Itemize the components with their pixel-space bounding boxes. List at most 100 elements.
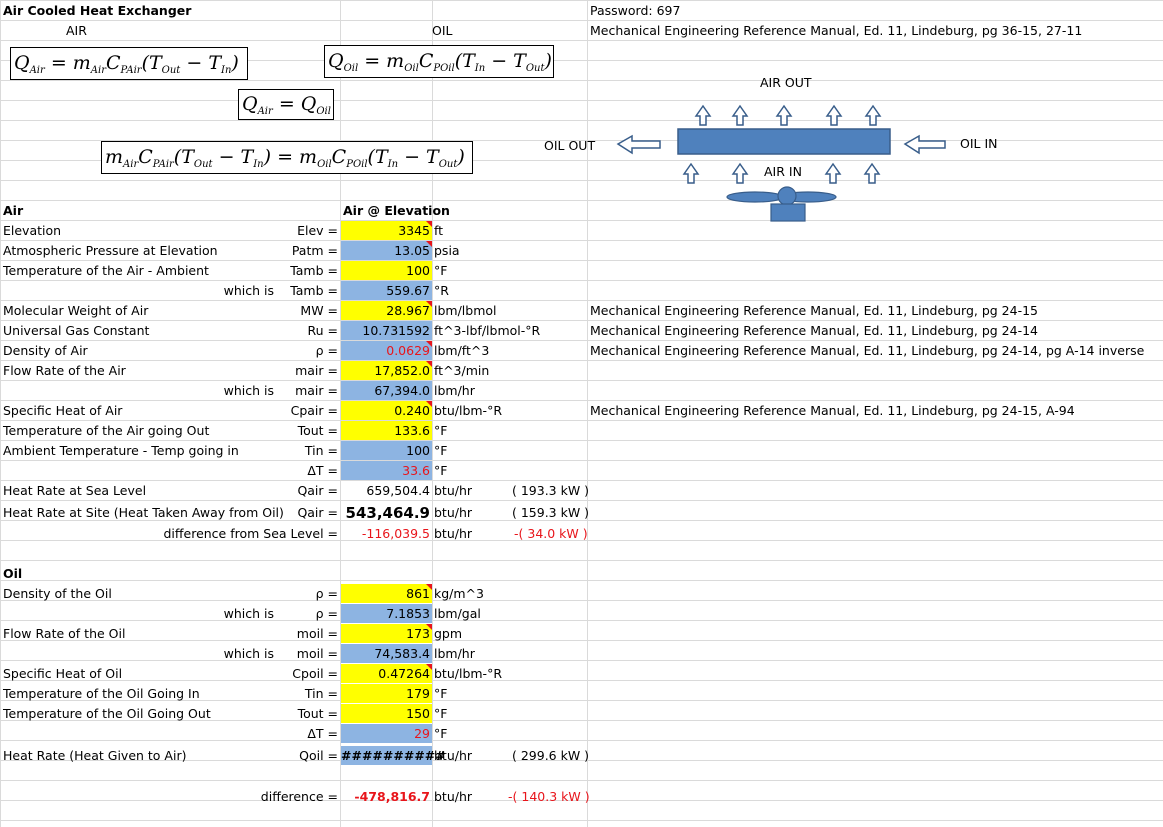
equation-q-oil: QOil = mOilCPOil(TIn − TOut) xyxy=(324,45,554,78)
air-elevation-header: Air @ Elevation xyxy=(343,203,450,218)
air-in-arrow-icon xyxy=(824,162,842,184)
air-in-label: AIR IN xyxy=(764,164,802,179)
oil-density-input[interactable]: 861 xyxy=(341,584,432,603)
exchanger-core xyxy=(677,128,891,155)
equation-q-air-text: QAir = mAirCPAir(TOut − TIn) xyxy=(14,52,239,76)
air-out-arrow-icon xyxy=(694,104,712,126)
row-label: Temperature of the Air - Ambient xyxy=(3,263,209,278)
row-unit: btu/hr xyxy=(434,526,473,541)
row-label: Heat Rate at Sea Level xyxy=(3,483,147,498)
row-label: Heat Rate at Site (Heat Taken Away from … xyxy=(3,505,284,520)
row-unit: °F xyxy=(434,463,448,478)
oil-out-arrow-icon xyxy=(616,134,661,155)
row-unit: lbm/ft^3 xyxy=(434,343,490,358)
row-reference: Mechanical Engineering Reference Manual,… xyxy=(590,343,1145,358)
q-oil-cell[interactable]: ########## xyxy=(341,746,446,765)
row-unit: btu/hr xyxy=(434,748,473,763)
kw-value: ( 299.6 kW ) xyxy=(512,748,590,763)
row-symbol: ρ = xyxy=(315,343,338,358)
row-label: Atmospheric Pressure at Elevation xyxy=(3,243,218,258)
kw-value: -( 140.3 kW ) xyxy=(508,789,590,804)
row-label: Elevation xyxy=(3,223,62,238)
row-label: Universal Gas Constant xyxy=(3,323,150,338)
row-label: Ambient Temperature - Temp going in xyxy=(3,443,239,458)
row-unit: gpm xyxy=(434,626,463,641)
difference-cell[interactable]: -478,816.7 xyxy=(341,787,430,807)
row-symbol: Elev = xyxy=(297,223,338,238)
row-unit: psia xyxy=(434,243,460,258)
patm-cell[interactable]: 13.05 xyxy=(341,241,432,260)
equation-equal-text: QAir = QOil xyxy=(242,93,331,117)
air-in-arrow-icon xyxy=(863,162,881,184)
row-label: Temperature of the Oil Going Out xyxy=(3,706,211,721)
air-tin-cell[interactable]: 100 xyxy=(341,441,432,460)
row-symbol: Patm = xyxy=(291,243,338,258)
air-delta-t-cell[interactable]: 33.6 xyxy=(341,461,432,480)
row-unit: °F xyxy=(434,263,448,278)
air-density-cell[interactable]: 0.0629 xyxy=(341,341,432,360)
reference-text: Mechanical Engineering Reference Manual,… xyxy=(590,23,1083,38)
row-symbol: Cpair = xyxy=(290,403,338,418)
row-unit: kg/m^3 xyxy=(434,586,484,601)
air-flow-input[interactable]: 17,852.0 xyxy=(341,361,432,380)
row-symbol: ρ = xyxy=(315,586,338,601)
ru-cell[interactable]: 10.731592 xyxy=(341,321,432,340)
air-mass-flow-cell[interactable]: 67,394.0 xyxy=(341,381,432,400)
password-text: Password: 697 xyxy=(590,3,681,18)
difference-sea-level-cell[interactable]: -116,039.5 xyxy=(341,524,430,544)
oil-section-title: Oil xyxy=(3,566,23,581)
air-out-arrow-icon xyxy=(864,104,882,126)
oil-out-label: OIL OUT xyxy=(544,138,596,153)
col-divider xyxy=(0,0,1,827)
air-in-arrow-icon xyxy=(731,162,749,184)
col-divider xyxy=(432,0,433,827)
mw-input[interactable]: 28.967 xyxy=(341,301,432,320)
row-unit: btu/lbm-°R xyxy=(434,403,502,418)
oil-column-label: OIL xyxy=(432,23,453,38)
oil-flow-input[interactable]: 173 xyxy=(341,624,432,643)
row-unit: btu/hr xyxy=(434,789,473,804)
row-symbol: ρ = xyxy=(315,606,338,621)
oil-mass-flow-cell[interactable]: 74,583.4 xyxy=(341,644,432,663)
row-symbol: ΔT = xyxy=(307,726,338,741)
row-reference: Mechanical Engineering Reference Manual,… xyxy=(590,403,1075,418)
cpair-input[interactable]: 0.240 xyxy=(341,401,432,420)
cpoil-input[interactable]: 0.47264 xyxy=(341,664,432,683)
row-unit: lbm/gal xyxy=(434,606,481,621)
row-label: Density of the Oil xyxy=(3,586,112,601)
row-label: Specific Heat of Air xyxy=(3,403,123,418)
equation-combined-text: mAirCPAir(TOut − TIn) = mOilCPOil(TIn − … xyxy=(105,146,465,170)
oil-density-imperial-cell[interactable]: 7.1853 xyxy=(341,604,432,623)
elevation-input[interactable]: 3345 xyxy=(341,221,432,240)
air-column-label: AIR xyxy=(66,23,87,38)
row-unit: btu/hr xyxy=(434,483,473,498)
row-label: Temperature of the Air going Out xyxy=(3,423,210,438)
air-section-title: Air xyxy=(3,203,24,218)
air-tout-input[interactable]: 133.6 xyxy=(341,421,432,440)
tamb-input[interactable]: 100 xyxy=(341,261,432,280)
equation-q-oil-text: QOil = mOilCPOil(TIn − TOut) xyxy=(328,50,552,74)
row-unit: °F xyxy=(434,423,448,438)
row-unit: °F xyxy=(434,686,448,701)
row-reference: Mechanical Engineering Reference Manual,… xyxy=(590,323,1039,338)
row-symbol: MW = xyxy=(300,303,338,318)
oil-delta-t-cell[interactable]: 29 xyxy=(341,724,432,743)
tamb-rankine-cell[interactable]: 559.67 xyxy=(341,281,432,300)
air-out-arrow-icon xyxy=(825,104,843,126)
equation-equal: QAir = QOil xyxy=(238,89,334,120)
row-unit: ft xyxy=(434,223,444,238)
row-label: Molecular Weight of Air xyxy=(3,303,149,318)
kw-value: -( 34.0 kW ) xyxy=(514,526,588,541)
row-symbol: Cpoil = xyxy=(292,666,338,681)
q-site-cell[interactable]: 543,464.9 xyxy=(341,502,430,524)
row-symbol: ΔT = xyxy=(307,463,338,478)
oil-in-label: OIL IN xyxy=(960,136,998,151)
row-reference: Mechanical Engineering Reference Manual,… xyxy=(590,303,1039,318)
oil-tout-input[interactable]: 150 xyxy=(341,704,432,723)
sheet-title: Air Cooled Heat Exchanger xyxy=(3,3,192,18)
q-sea-level-cell[interactable]: 659,504.4 xyxy=(341,481,430,501)
row-unit: ft^3/min xyxy=(434,363,490,378)
oil-tin-input[interactable]: 179 xyxy=(341,684,432,703)
difference-label: difference from Sea Level = xyxy=(163,526,339,541)
row-symbol: Tout = xyxy=(297,423,338,438)
